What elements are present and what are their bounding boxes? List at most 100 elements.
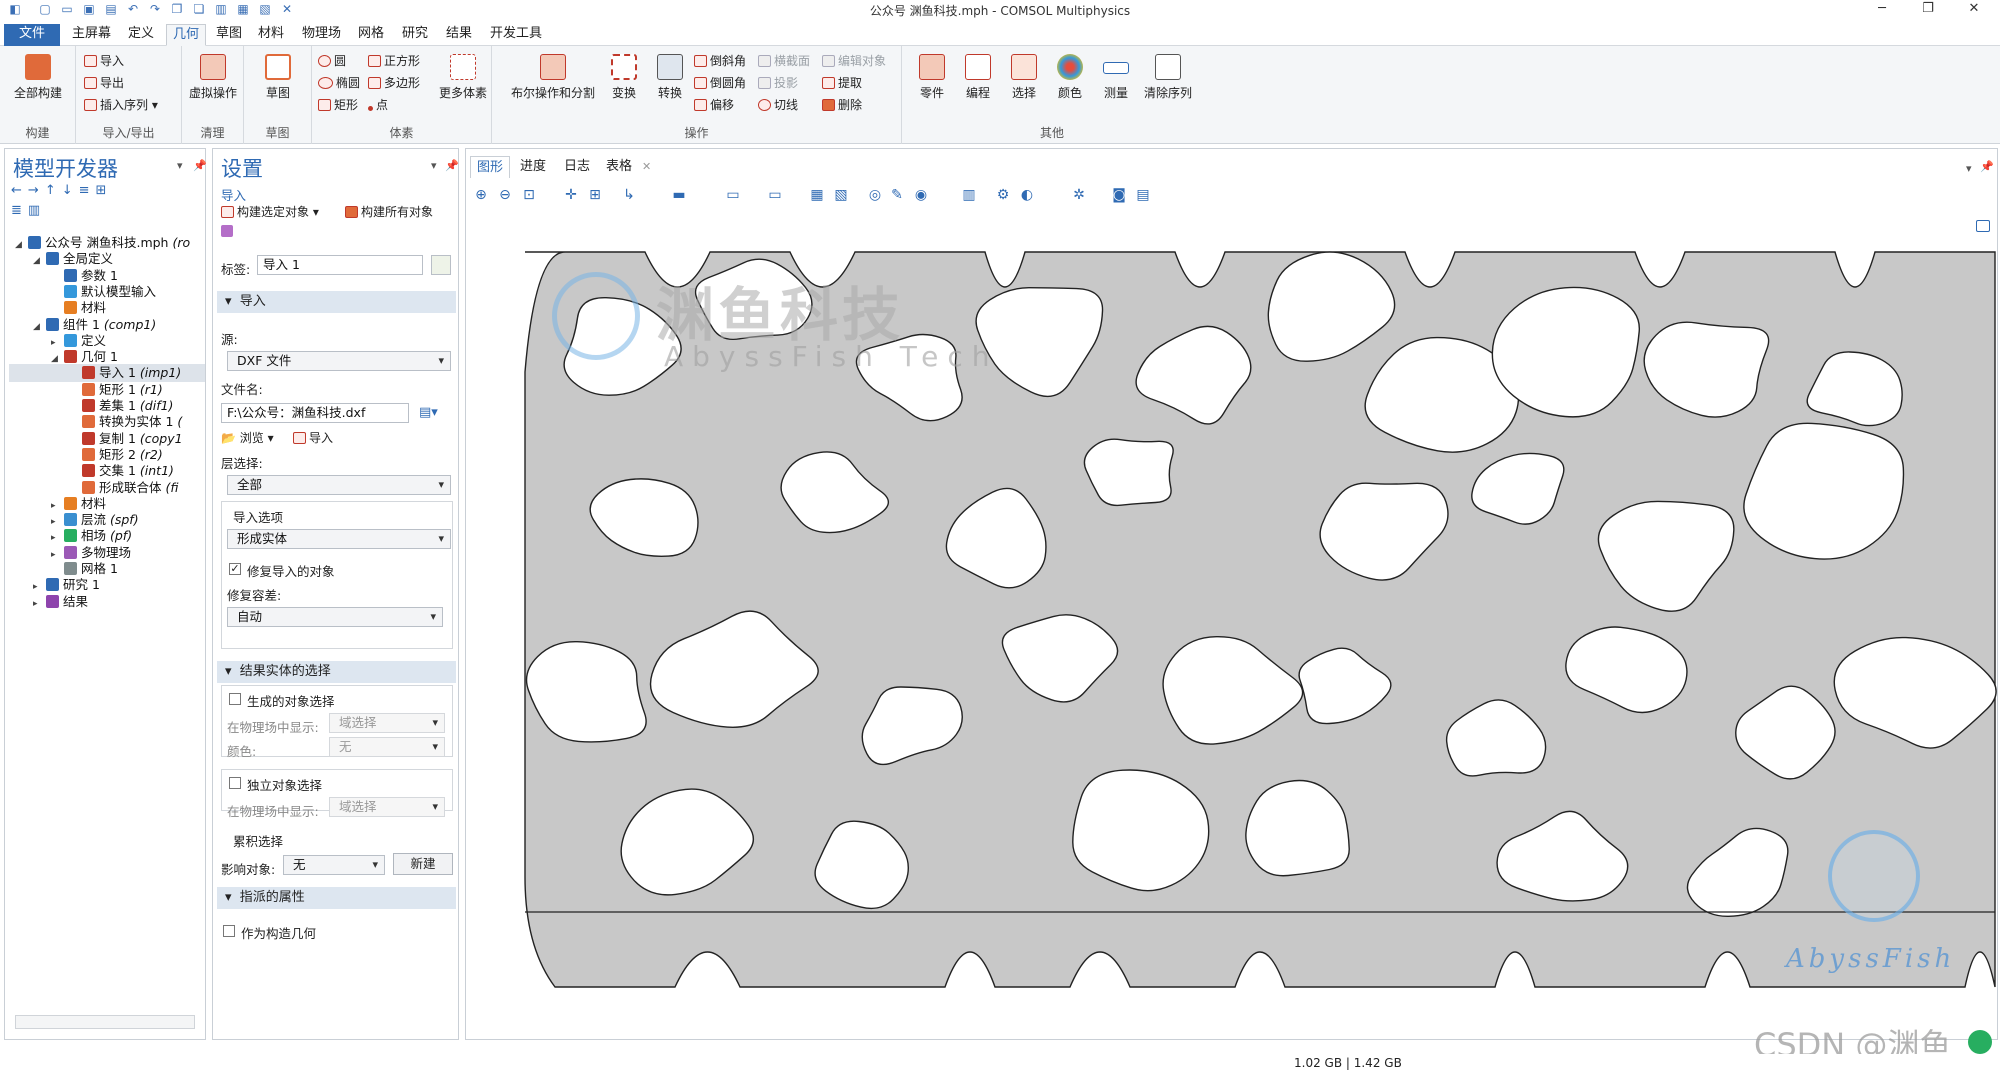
circle-button[interactable]: 圆 [318,52,346,70]
tree-node[interactable]: ▸ 结果 [33,593,88,611]
repair-checkbox[interactable]: ✓ [229,563,241,575]
view-icon[interactable]: ◉ [912,187,930,203]
insert-sequence-button[interactable]: 插入序列 ▾ [84,96,158,114]
tab-mesh[interactable]: 网格 [352,24,390,46]
ellipse-button[interactable]: 椭圆 [318,74,360,92]
tree-node[interactable]: 材料 [51,299,106,317]
virtual-operations-button[interactable]: 虚拟操作 [186,54,240,101]
tree-node[interactable]: 默认模型输入 [51,283,156,301]
zoom-in-icon[interactable]: ⊕ [472,187,490,203]
tree-node[interactable]: 矩形 2 (r2) [69,446,163,464]
polygon-button[interactable]: 多边形 [368,74,420,92]
tab-physics[interactable]: 物理场 [296,24,347,46]
offset-button[interactable]: 偏移 [694,96,734,114]
tree-node[interactable]: 参数 1 [51,267,118,285]
invert-selection-icon[interactable]: ▧ [832,187,850,203]
back-arrow-icon[interactable]: ← [11,183,28,198]
delete-button[interactable]: 删除 [822,96,862,114]
tab-sketch[interactable]: 草图 [210,24,248,46]
transparency-icon[interactable]: ◐ [1018,187,1036,203]
zoom-out-icon[interactable]: ⊖ [496,187,514,203]
tree-horizontal-scrollbar[interactable] [15,1015,195,1029]
browse-button[interactable]: 📂 浏览 ▾ [221,429,274,447]
tangent-button[interactable]: 切线 [758,96,798,114]
expand-icon[interactable]: ⊞ [96,183,113,198]
contribute-select[interactable]: 无 [283,855,385,875]
sort-icon[interactable]: ▥ [28,203,46,218]
tree-node[interactable]: 导入 1 (imp1) [9,364,205,383]
settings-menu-icon[interactable]: ▾ [431,159,437,172]
settings-pin-icon[interactable]: 📌 [445,159,459,172]
separate-selection-checkbox[interactable] [229,777,241,789]
layer-select[interactable]: 全部 [227,475,451,495]
pin-icon[interactable]: 📌 [193,159,207,172]
expand-toggle-icon[interactable]: ◢ [33,318,43,336]
render-icon[interactable]: ⚙ [994,187,1012,203]
result-selection-section-header[interactable]: ▾ 结果实体的选择 [217,661,456,683]
tree-node[interactable]: 复制 1 (copy1 [69,430,183,448]
programming-button[interactable]: 编程 [958,54,998,101]
close-tab-icon[interactable]: ✕ [642,160,651,173]
tab-geometry[interactable]: 几何 [166,24,207,46]
node-properties-icon[interactable] [221,225,233,237]
print-icon[interactable]: ▤ [1134,187,1152,203]
measure-button[interactable]: 测量 [1096,54,1136,101]
form-select[interactable]: 形成实体 [227,529,451,549]
minimize-icon[interactable]: ─ [1862,0,1902,18]
tree-node[interactable]: 交集 1 (int1) [69,462,174,480]
square-button[interactable]: 正方形 [368,52,420,70]
parts-button[interactable]: 零件 [912,54,952,101]
tab-log[interactable]: 日志 [558,156,596,178]
selection-mode-icon[interactable]: ▭ [724,187,742,203]
point-button[interactable]: 点 [368,96,388,114]
color-button[interactable]: 颜色 [1050,54,1090,101]
tab-definitions[interactable]: 定义 [122,24,160,46]
tree-node[interactable]: ◢ 全局定义 [33,250,113,268]
boolean-partition-button[interactable]: 布尔操作和分割 [506,54,600,101]
tree-node[interactable]: ◢ 几何 1 [51,348,118,366]
tolerance-select[interactable]: 自动 [227,607,443,627]
tree-node[interactable]: 形成联合体 (fi [69,479,178,497]
tree-node[interactable]: ▸ 材料 [51,495,106,513]
construction-geometry-checkbox[interactable] [223,925,235,937]
tab-developer[interactable]: 开发工具 [484,24,548,46]
tree-node[interactable]: ▸ 定义 [51,332,106,350]
hide-icon[interactable]: ◎ [866,187,884,203]
assigned-attributes-section-header[interactable]: ▾ 指派的属性 [217,887,456,909]
tree-node[interactable]: ▸ 研究 1 [33,576,100,594]
down-arrow-icon[interactable]: ↓ [62,183,79,198]
expand-toggle-icon[interactable]: ◢ [33,252,43,270]
tree-node[interactable]: 转换为实体 1 ( [69,413,182,431]
up-arrow-icon[interactable]: ↑ [45,183,62,198]
rectangle-button[interactable]: 矩形 [318,96,358,114]
label-field[interactable]: 导入 1 [257,255,423,275]
maximize-icon[interactable]: ❐ [1908,0,1948,18]
show-icon[interactable]: ≣ [11,203,28,218]
import-section-header[interactable]: ▾ 导入 [217,291,456,313]
import-run-button[interactable]: 导入 [293,429,333,447]
expand-toggle-icon[interactable]: ◢ [15,236,25,254]
collapse-icon[interactable]: ≡ [79,183,96,198]
clear-sequence-button[interactable]: 清除序列 [1138,54,1198,101]
tab-graphics[interactable]: 图形 [470,156,511,178]
build-all-button[interactable]: 全部构建 [8,54,68,101]
more-primitives-button[interactable]: 更多体素 [436,54,490,101]
panel-menu-icon[interactable]: ▾ [177,159,183,172]
wireframe-icon[interactable]: ▥ [960,187,978,203]
fillet-button[interactable]: 倒圆角 [694,74,746,92]
show-hidden-icon[interactable]: ✎ [888,187,906,203]
zoom-box-icon[interactable]: ⊡ [520,187,538,203]
export-button[interactable]: 导出 [84,74,124,92]
select-icon[interactable]: ▬ [670,187,688,203]
tab-study[interactable]: 研究 [396,24,434,46]
resulting-selection-checkbox[interactable] [229,693,241,705]
tab-file[interactable]: 文件 [4,24,60,46]
tab-progress[interactable]: 进度 [514,156,552,178]
filename-field[interactable]: F:\公众号：渊鱼科技.dxf [221,403,409,423]
expand-toggle-icon[interactable]: ▸ [33,595,43,613]
pore-shape[interactable] [1743,422,1905,560]
tree-node[interactable]: ◢ 组件 1 (comp1) [33,316,156,334]
tree-node[interactable]: ▸ 相场 (pf) [51,527,132,545]
forward-arrow-icon[interactable]: → [28,183,45,198]
graphics-menu-icon[interactable]: ▾ [1966,162,1972,175]
